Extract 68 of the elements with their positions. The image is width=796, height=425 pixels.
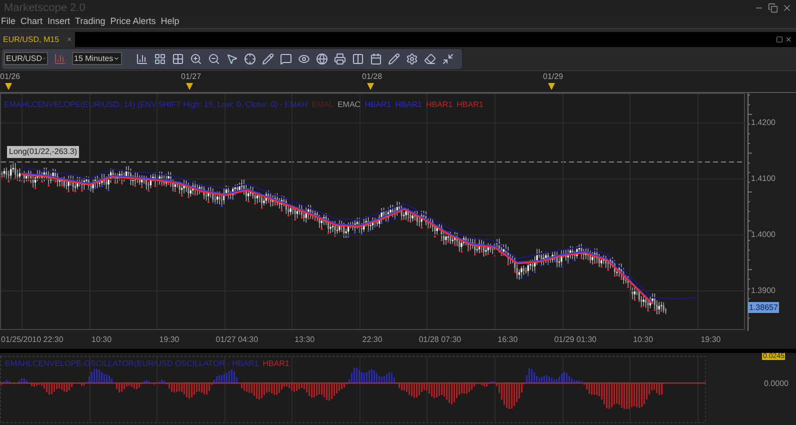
time-label: 22:30 bbox=[362, 334, 382, 346]
symbol-dropdown[interactable]: EUR/USD bbox=[4, 52, 48, 65]
time-label: 01/27 04:30 bbox=[216, 334, 258, 346]
legend-item: EMAHLCENVELOPE(EUR/USD, 14) (ENV.SHIFT High: 15, Low: 0, Close: 0) - EMAH bbox=[4, 99, 308, 111]
settings-icon[interactable] bbox=[406, 52, 418, 64]
legend-item: HBAR1 bbox=[262, 358, 290, 370]
timeframe-dropdown[interactable]: 15 Minutes bbox=[72, 52, 122, 65]
legend-item: HBAR1 bbox=[395, 99, 422, 111]
time-label: 01/28 07:30 bbox=[418, 334, 462, 346]
grid-icon[interactable] bbox=[154, 52, 166, 64]
menu-item[interactable]: Insert bbox=[48, 15, 70, 29]
zoom-in-icon[interactable] bbox=[190, 52, 202, 64]
menu-item[interactable]: Chart bbox=[20, 15, 43, 29]
tab-label: EUR/USD, M15 bbox=[3, 34, 60, 46]
price-tick: 1.4100 bbox=[751, 175, 776, 184]
date-label: 01/27 bbox=[181, 72, 202, 81]
current-price: 1.38657 bbox=[748, 302, 779, 313]
chart-tab[interactable]: EUR/USD, M15 × bbox=[0, 32, 75, 47]
columns-icon[interactable] bbox=[352, 52, 364, 64]
menu-item[interactable]: Help bbox=[160, 15, 180, 29]
menu-item[interactable]: File bbox=[1, 15, 16, 29]
note-icon[interactable] bbox=[280, 52, 292, 64]
price-tick: 1.4200 bbox=[751, 119, 776, 128]
menu-item[interactable]: Price Alerts bbox=[110, 15, 156, 29]
pencil-icon[interactable] bbox=[262, 52, 274, 64]
time-label: 10:30 bbox=[633, 334, 654, 346]
close-icon[interactable] bbox=[782, 3, 792, 13]
printer-icon[interactable] bbox=[334, 52, 346, 64]
restore-icon[interactable] bbox=[768, 3, 778, 13]
legend-item: EMAL bbox=[312, 99, 334, 111]
time-label: 19:30 bbox=[700, 334, 721, 346]
position-label: Long(01/22,-263.3) bbox=[7, 146, 80, 158]
menu-item[interactable]: Trading bbox=[75, 15, 106, 29]
time-label: 19:30 bbox=[159, 334, 180, 346]
calendar-icon[interactable] bbox=[370, 52, 382, 64]
bar-chart-icon[interactable] bbox=[136, 52, 148, 64]
legend-item: EMAHLCENVELOPE-OSCILLATOR(EUR/USD OSCILLATOR - HBAR1 bbox=[5, 358, 259, 370]
date-label: 01/28 bbox=[362, 72, 382, 81]
eye-icon[interactable] bbox=[298, 52, 310, 64]
caret-icon[interactable] bbox=[113, 55, 120, 62]
eraser-icon[interactable] bbox=[424, 52, 436, 64]
date-label: 01/26 bbox=[0, 72, 20, 81]
zoom-out-icon[interactable] bbox=[208, 52, 220, 64]
date-label: 01/29 bbox=[543, 72, 564, 81]
price-tick: 1.3900 bbox=[751, 286, 776, 295]
marker-icon[interactable] bbox=[186, 83, 193, 90]
legend-item: HBAR1 bbox=[426, 99, 453, 111]
legend-item: HBAR1 bbox=[456, 99, 484, 111]
time-label: 10:30 bbox=[92, 334, 112, 346]
time-label: 01/25/2010 22:30 bbox=[1, 334, 64, 346]
pencil-icon[interactable] bbox=[388, 52, 400, 64]
zero-label: 0.0000 bbox=[764, 378, 788, 390]
maximize-icon[interactable] bbox=[776, 36, 783, 43]
grid-icon[interactable] bbox=[172, 52, 184, 64]
shrink-icon[interactable] bbox=[442, 52, 454, 64]
globe-icon[interactable] bbox=[316, 52, 328, 64]
time-label: 01/29 01:30 bbox=[554, 334, 596, 346]
price-tick: 1.4000 bbox=[751, 230, 776, 239]
crosshair-icon[interactable] bbox=[244, 52, 256, 64]
time-label: 16:30 bbox=[498, 334, 518, 346]
pointer-icon[interactable] bbox=[226, 52, 238, 64]
marker-icon[interactable] bbox=[548, 83, 555, 90]
legend-item: HBAR1 bbox=[364, 99, 392, 111]
close-icon[interactable] bbox=[785, 36, 792, 43]
marker-icon[interactable] bbox=[5, 83, 12, 90]
time-label: 13:30 bbox=[294, 334, 315, 346]
legend-item: EMAC bbox=[337, 99, 361, 111]
marker-icon[interactable] bbox=[367, 83, 374, 90]
